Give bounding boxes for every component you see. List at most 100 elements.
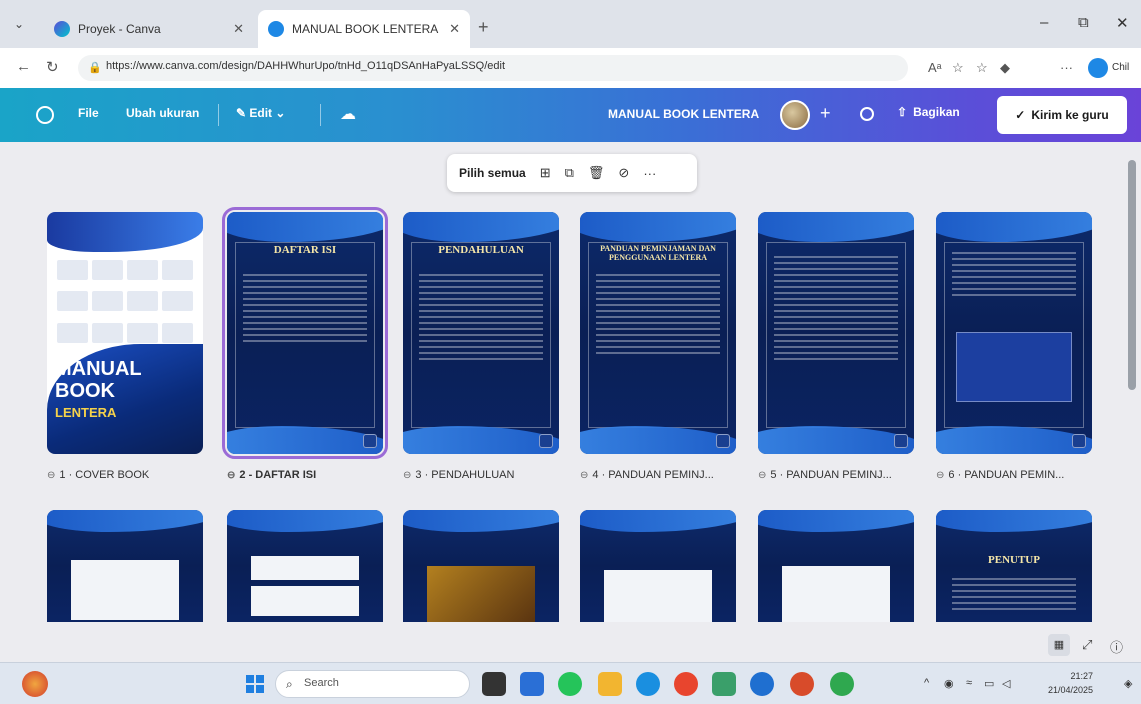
more-options-icon[interactable]: ··· — [643, 166, 656, 181]
favorites-icon[interactable]: ☆ — [976, 60, 988, 76]
scrollbar-thumb[interactable] — [1128, 160, 1136, 390]
extensions-icon[interactable]: ◆ — [1000, 60, 1010, 76]
wave-top — [403, 212, 559, 242]
wave-top — [580, 212, 736, 242]
page-caption[interactable]: ⊖ 4 · PANDUAN PEMINJ... — [580, 469, 740, 481]
tab-title: MANUAL BOOK LENTERA - A4 — [292, 22, 441, 36]
page-caption[interactable]: ⊖ 2 - DAFTAR ISI — [227, 469, 387, 481]
more-menu-icon[interactable]: ··· — [1060, 60, 1073, 75]
comment-icon[interactable] — [860, 107, 874, 121]
chrome-profile-icon[interactable] — [790, 672, 814, 696]
url-field[interactable]: 🔒 https://www.canva.com/design/DAHHWhurU… — [78, 55, 908, 81]
chrome-icon[interactable] — [674, 672, 698, 696]
help-app-icon[interactable] — [750, 672, 774, 696]
page-thumbnail-12[interactable]: PENUTUP — [936, 510, 1092, 622]
help-icon[interactable]: ⓘ — [1110, 637, 1123, 656]
body-lines — [952, 248, 1076, 300]
page-thumbnail-3[interactable]: PENDAHULUAN — [403, 212, 559, 454]
duplicate-icon[interactable]: ⧉ — [565, 165, 574, 181]
lock-icon: ⊖ — [227, 469, 236, 481]
widgets-icon[interactable] — [520, 672, 544, 696]
vertical-scrollbar[interactable] — [1128, 150, 1136, 630]
page-thumbnail-4[interactable]: PANDUAN PEMINJAMAN DAN PENGGUNAAN LENTER… — [580, 212, 736, 454]
file-explorer-icon[interactable] — [598, 672, 622, 696]
canva-favicon-icon — [54, 21, 70, 37]
close-window-icon[interactable]: ✕ — [1116, 14, 1129, 32]
page-caption[interactable]: ⊖ 5 · PANDUAN PEMINJ... — [758, 469, 918, 481]
page-thumbnail-9[interactable] — [403, 510, 559, 622]
address-bar-row: ← ↻ 🔒 https://www.canva.com/design/DAHHW… — [0, 48, 1141, 88]
page-number-badge — [716, 434, 730, 448]
new-tab-button[interactable]: + — [478, 17, 489, 38]
start-icon[interactable] — [246, 675, 264, 693]
wifi-icon[interactable]: ≈ — [966, 677, 972, 689]
profile-icon[interactable] — [1088, 58, 1108, 78]
task-view-icon[interactable] — [482, 672, 506, 696]
restore-icon[interactable]: ⧉ — [1078, 14, 1089, 31]
page-thumbnail-11[interactable] — [758, 510, 914, 622]
edge-icon[interactable] — [636, 672, 660, 696]
wave-top — [580, 510, 736, 532]
screenshot-figure — [251, 556, 359, 580]
grid-view-button[interactable]: ▦ — [1048, 634, 1070, 656]
cloud-save-icon[interactable]: ☁ — [340, 104, 356, 124]
share-label: Bagikan — [913, 105, 960, 119]
page-caption[interactable]: ⊖ 6 · PANDUAN PEMIN... — [936, 469, 1096, 481]
back-icon[interactable]: ← — [16, 58, 31, 75]
page-thumbnail-6[interactable] — [936, 212, 1092, 454]
page-thumbnail-5[interactable] — [758, 212, 914, 454]
close-tab-icon[interactable]: ✕ — [233, 21, 244, 37]
fullscreen-icon[interactable]: ⤢ — [1082, 637, 1092, 653]
home-icon[interactable] — [36, 106, 54, 124]
browser-tab-strip: ⌄ Proyek - Canva ✕ MANUAL BOOK LENTERA -… — [0, 0, 1141, 48]
tab-manual-book[interactable]: MANUAL BOOK LENTERA - A4 ✕ — [258, 10, 470, 48]
avatar[interactable] — [780, 100, 810, 130]
page-thumbnail-1[interactable]: MANUAL BOOK LENTERA — [47, 212, 203, 454]
lock-icon: ⊖ — [936, 469, 945, 481]
send-to-teacher-button[interactable]: ✓ Kirim ke guru — [997, 96, 1127, 134]
page-number-badge — [894, 434, 908, 448]
screenshot-figure — [251, 586, 359, 616]
app-tray-icon[interactable]: ◉ — [944, 677, 954, 690]
read-aloud-icon[interactable]: Aᵃ — [928, 60, 942, 75]
tab-title: Proyek - Canva — [78, 22, 161, 36]
hide-icon[interactable]: ⊘ — [618, 165, 629, 181]
chrome-profile-2-icon[interactable] — [830, 672, 854, 696]
delete-icon[interactable]: 🗑 — [588, 165, 605, 181]
notification-icon[interactable]: ◈ — [1124, 677, 1132, 690]
page-thumbnail-7[interactable] — [47, 510, 203, 622]
page-caption[interactable]: ⊖ 3 · PENDAHULUAN — [403, 469, 563, 481]
file-menu-button[interactable]: File — [78, 106, 99, 120]
favorite-star-icon[interactable]: ☆ — [952, 60, 964, 76]
close-tab-icon[interactable]: ✕ — [449, 21, 460, 37]
tab-proyek[interactable]: Proyek - Canva ✕ — [44, 10, 254, 48]
edit-menu-button[interactable]: ✎ Edit ⌄ — [236, 106, 285, 120]
lock-icon: ⊖ — [403, 469, 412, 481]
page-thumbnail-2[interactable]: DAFTAR ISI — [222, 207, 388, 459]
document-title[interactable]: MANUAL BOOK LENTERA — [608, 107, 759, 121]
weather-icon[interactable] — [22, 671, 48, 697]
minimize-icon[interactable]: – — [1040, 14, 1048, 31]
add-page-icon[interactable]: ⊞ — [540, 165, 551, 181]
resize-button[interactable]: Ubah ukuran — [126, 106, 199, 120]
volume-icon[interactable]: ◁ — [1002, 677, 1010, 690]
tab-actions-icon[interactable]: ⌄ — [14, 17, 24, 31]
refresh-icon[interactable]: ↻ — [46, 58, 59, 76]
taskbar-search[interactable]: ⌕ Search — [275, 670, 470, 698]
add-collaborator-icon[interactable]: + — [820, 103, 831, 124]
body-lines — [952, 574, 1076, 614]
show-hidden-icons[interactable]: ^ — [924, 677, 929, 689]
select-all-button[interactable]: Pilih semua — [459, 166, 526, 180]
store-icon[interactable] — [712, 672, 736, 696]
share-button[interactable]: ⇧ Bagikan — [897, 105, 960, 119]
battery-icon[interactable]: ▭ — [984, 677, 994, 690]
page-caption[interactable]: ⊖ 1 · COVER BOOK — [47, 469, 207, 481]
system-clock[interactable]: 21:27 21/04/2025 — [1048, 669, 1093, 697]
lock-icon: ⊖ — [758, 469, 767, 481]
cover-icon-grid — [57, 260, 193, 350]
page-thumbnail-10[interactable] — [580, 510, 736, 622]
page-thumbnail-8[interactable] — [227, 510, 383, 622]
whatsapp-icon[interactable] — [558, 672, 582, 696]
page-heading: PENDAHULUAN — [438, 244, 524, 256]
screenshot-figure — [956, 332, 1072, 402]
